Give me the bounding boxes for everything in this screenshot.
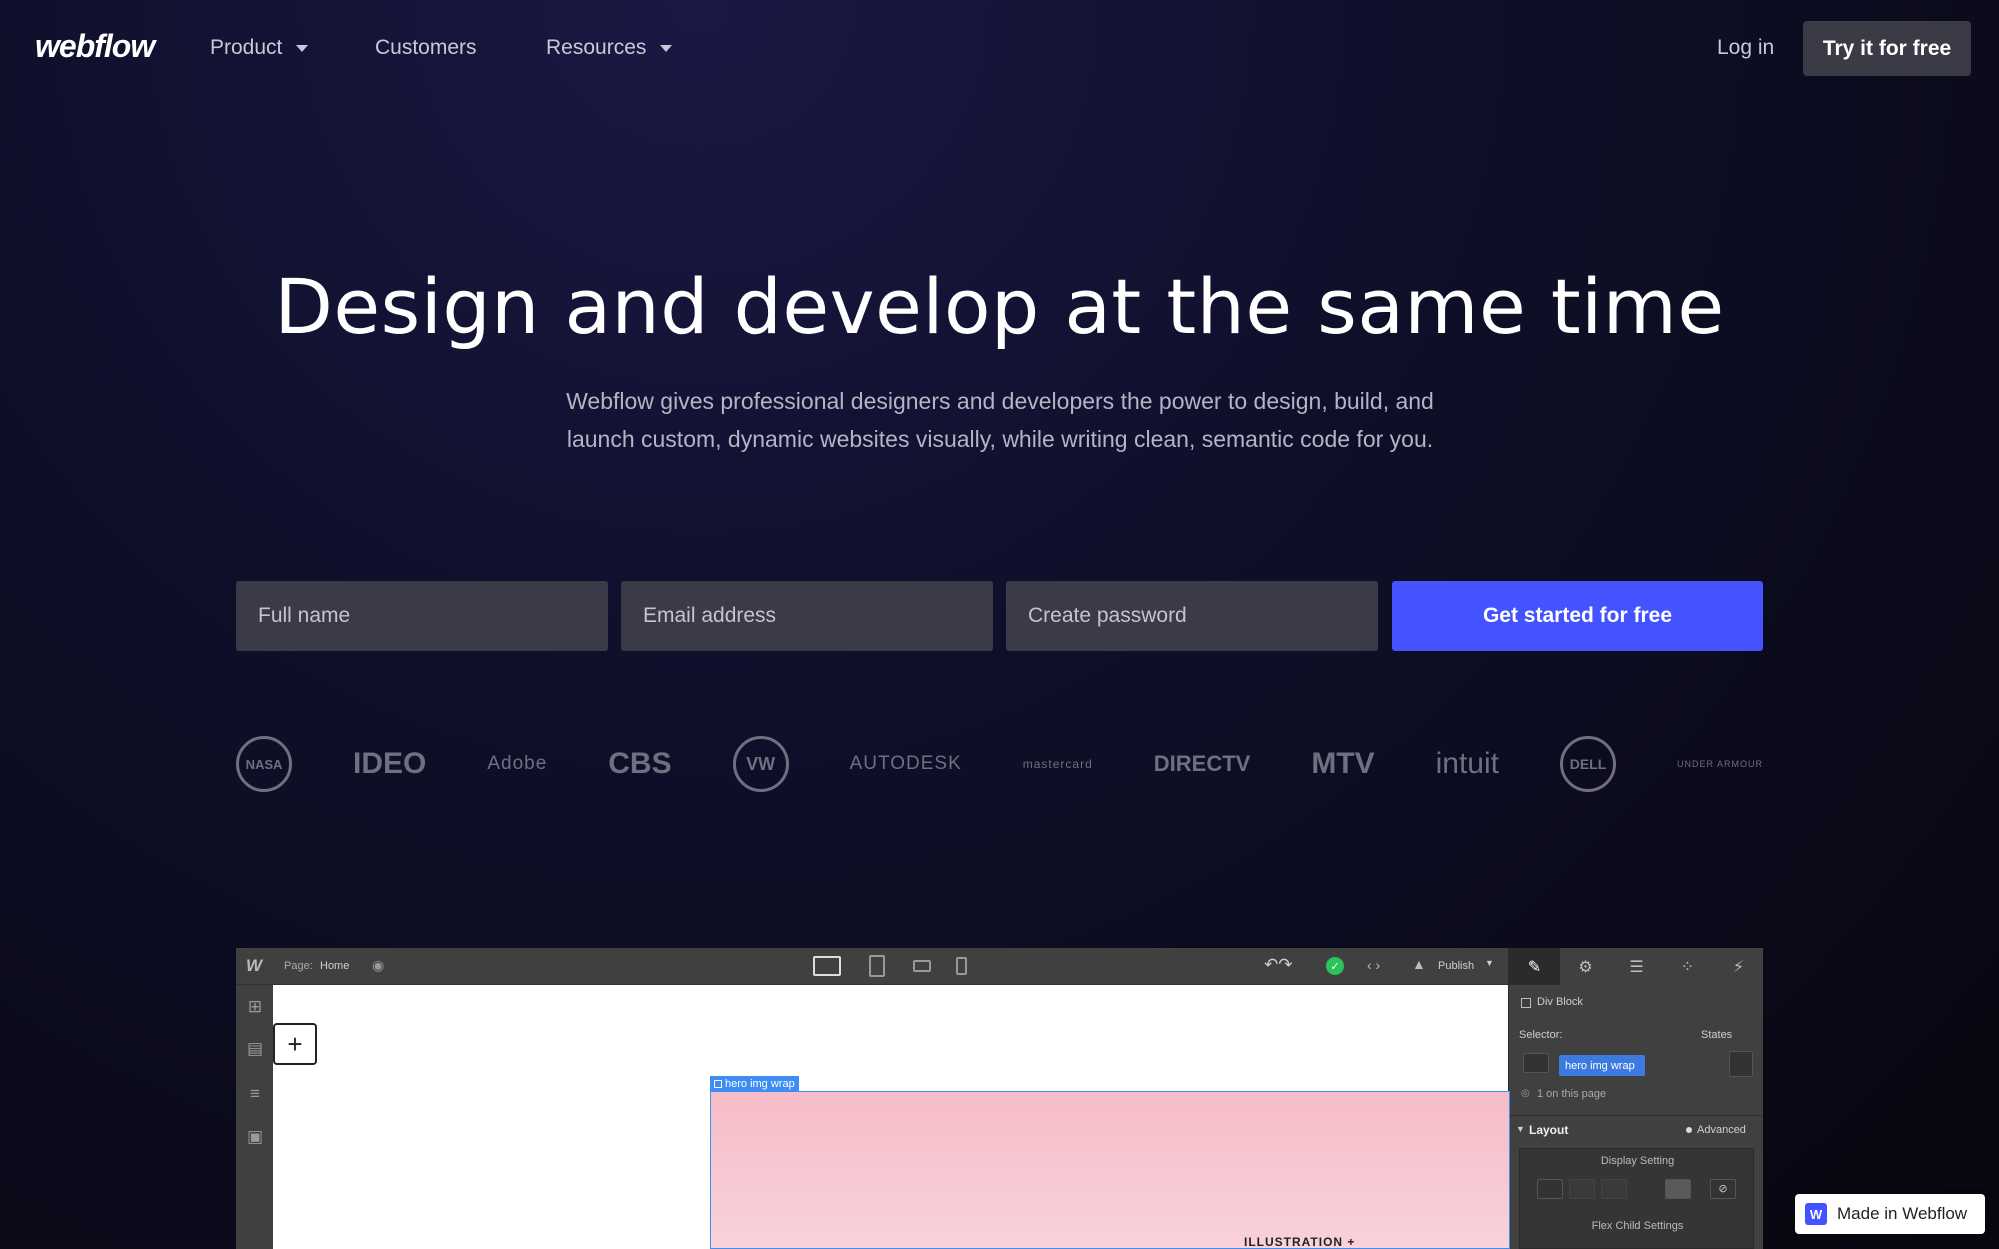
cbs-logo: CBS	[608, 747, 672, 780]
chevron-down-icon: ▼	[1485, 958, 1494, 968]
intuit-logo: intuit	[1435, 747, 1499, 780]
caret-down-icon	[296, 44, 309, 52]
panel-tabs: ✎ ⚙ ☰ ⁘ ⚡	[1509, 948, 1763, 985]
nav-customers[interactable]: Customers	[375, 36, 477, 60]
element-type: Div Block	[1537, 996, 1583, 1008]
display-block-icon[interactable]	[1537, 1179, 1563, 1199]
assets-icon[interactable]: ▣	[246, 1128, 264, 1146]
advanced-toggle[interactable]: Advanced	[1697, 1124, 1746, 1136]
globe-icon: ◎	[1521, 1088, 1530, 1099]
display-setting-box: Display Setting ⊘ Flex Child Settings	[1519, 1148, 1754, 1249]
nasa-logo: NASA	[236, 736, 292, 792]
divider	[1509, 1115, 1763, 1116]
autodesk-logo: AUTODESK	[849, 753, 962, 774]
style-manager-icon[interactable]: ⁘	[1662, 948, 1713, 985]
webflow-w-icon: W	[1805, 1203, 1827, 1225]
selected-element-tag: hero img wrap	[710, 1076, 799, 1091]
webflow-w-icon: W	[246, 956, 263, 975]
full-name-input[interactable]	[236, 581, 608, 651]
pages-icon[interactable]: ▤	[246, 1040, 264, 1058]
selector-element-icon[interactable]	[1523, 1053, 1549, 1073]
div-block-icon	[714, 1079, 722, 1088]
get-started-button[interactable]: Get started for free	[1392, 581, 1763, 651]
cms-icon[interactable]: ≡	[246, 1085, 264, 1103]
style-brush-icon[interactable]: ✎	[1509, 948, 1560, 985]
check-icon: ✓	[1326, 957, 1344, 975]
hero-subtitle-line2: launch custom, dynamic websites visually…	[566, 426, 1434, 452]
display-none-eye-icon[interactable]: ⊘	[1710, 1179, 1736, 1199]
nav-resources-label: Resources	[546, 36, 647, 59]
email-input[interactable]	[621, 581, 993, 651]
states-dropdown[interactable]: States	[1701, 1029, 1732, 1041]
selector-label: Selector:	[1519, 1029, 1563, 1041]
settings-gear-icon[interactable]: ⚙	[1560, 948, 1611, 985]
webflow-logo[interactable]: webflow	[35, 28, 155, 65]
display-inline-block-icon[interactable]	[1601, 1179, 1627, 1199]
chevron-down-icon: ▼	[1516, 1124, 1525, 1134]
login-link[interactable]: Log in	[1717, 36, 1774, 60]
ideo-logo: IDEO	[352, 747, 427, 780]
style-panel: ✎ ⚙ ☰ ⁘ ⚡ Div Block Selector: States ◎ 1…	[1508, 948, 1763, 1249]
nav-product-label: Product	[210, 36, 283, 59]
tablet-view-icon[interactable]	[869, 955, 885, 977]
layout-section-title[interactable]: Layout	[1529, 1123, 1568, 1137]
hero-img-wrap[interactable]	[710, 1091, 1510, 1249]
display-grid-icon[interactable]	[1665, 1179, 1691, 1199]
interactions-bolt-icon[interactable]: ⚡	[1713, 948, 1763, 985]
add-element-button[interactable]: +	[273, 1023, 317, 1065]
eye-icon[interactable]: ◉	[372, 957, 384, 974]
undo-redo-icon[interactable]: ↶↷	[1264, 955, 1293, 975]
code-icon[interactable]: ‹ ›	[1367, 957, 1380, 973]
hero-subtitle: Webflow gives professional designers and…	[500, 382, 1500, 458]
designer-left-rail: ⊞ ▤ ≡ ▣	[236, 985, 273, 1249]
nav-customers-label: Customers	[375, 36, 477, 59]
nav-product[interactable]: Product	[210, 36, 309, 60]
designer-topbar: W Page: Home ◉ ↶↷ ✓ ‹ › ▲ Publish ▼	[236, 948, 1508, 985]
page-label: Page:	[284, 960, 313, 972]
rocket-icon: ▲	[1412, 956, 1426, 972]
customer-logos: NASA IDEO Adobe CBS VW AUTODESK masterca…	[236, 736, 1763, 792]
badge-label: Made in Webflow	[1837, 1204, 1968, 1223]
add-panel-icon[interactable]: ⊞	[246, 998, 264, 1016]
publish-button[interactable]: Publish	[1438, 960, 1474, 972]
mobile-portrait-icon[interactable]	[956, 957, 967, 975]
vw-logo: VW	[732, 736, 789, 792]
mobile-landscape-icon[interactable]	[913, 960, 931, 972]
display-flex-icon[interactable]	[1569, 1179, 1595, 1199]
caret-down-icon	[660, 44, 673, 52]
div-block-icon	[1521, 998, 1531, 1008]
hero-subtitle-line1: Webflow gives professional designers and…	[566, 388, 1434, 414]
class-selector-pill[interactable]: hero img wrap	[1559, 1055, 1645, 1076]
top-nav: webflow Product Customers Resources Log …	[0, 0, 1999, 98]
advanced-dot-icon	[1686, 1127, 1692, 1133]
illustration-label: ILLUSTRATION +	[1244, 1235, 1356, 1249]
hero-title: Design and develop at the same time	[274, 262, 1725, 351]
selected-element-label: hero img wrap	[725, 1077, 795, 1090]
selector-options-icon[interactable]	[1729, 1051, 1753, 1077]
mtv-logo: MTV	[1311, 747, 1375, 780]
on-page-count: 1 on this page	[1537, 1088, 1607, 1100]
mastercard-logo: mastercard	[1022, 757, 1093, 771]
try-free-button[interactable]: Try it for free	[1803, 21, 1971, 76]
nav-resources[interactable]: Resources	[546, 36, 673, 60]
directv-logo: DIRECTV	[1153, 751, 1251, 776]
flex-child-label: Flex Child Settings	[1591, 1220, 1684, 1232]
page-name[interactable]: Home	[320, 960, 349, 972]
password-input[interactable]	[1006, 581, 1378, 651]
adobe-logo: Adobe	[487, 753, 548, 774]
display-setting-label: Display Setting	[1600, 1155, 1675, 1167]
navigator-icon[interactable]: ☰	[1611, 948, 1662, 985]
made-in-webflow-badge[interactable]: W Made in Webflow	[1795, 1194, 1985, 1234]
under-armour-logo: UNDER ARMOUR	[1676, 759, 1763, 769]
dell-logo: DELL	[1559, 736, 1616, 792]
desktop-view-icon[interactable]	[813, 956, 841, 976]
